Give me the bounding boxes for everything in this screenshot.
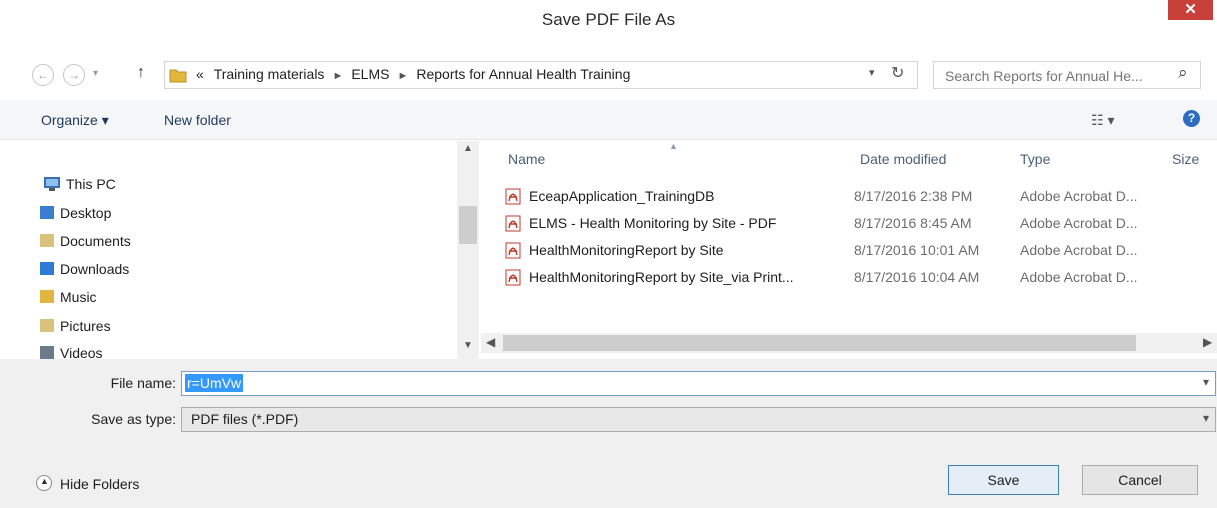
- cancel-button[interactable]: Cancel: [1082, 465, 1198, 495]
- file-row[interactable]: ELMS - Health Monitoring by Site - PDF 8…: [505, 212, 1217, 238]
- nav-pane-scrollbar[interactable]: [457, 141, 479, 359]
- breadcrumb-overflow[interactable]: «: [196, 66, 204, 82]
- hide-folders-button[interactable]: ▲ Hide Folders: [36, 475, 140, 492]
- file-name: EceapApplication_TrainingDB: [529, 188, 715, 204]
- breadcrumb: « Training materials ► ELMS ► Reports for An…: [196, 66, 630, 82]
- file-row[interactable]: HealthMonitoringReport by Site 8/17/2016…: [505, 239, 1217, 265]
- music-folder-icon: [40, 290, 54, 303]
- chevron-down-icon[interactable]: ▾: [1203, 411, 1209, 425]
- column-header-name[interactable]: Name: [508, 151, 545, 167]
- nav-item-desktop[interactable]: Desktop: [40, 205, 111, 221]
- save-as-type-label: Save as type:: [91, 411, 176, 427]
- file-name-label: File name:: [110, 375, 176, 391]
- nav-item-label: Downloads: [60, 261, 130, 277]
- column-header-type[interactable]: Type: [1020, 151, 1050, 167]
- file-row[interactable]: HealthMonitoringReport by Site_via Print…: [505, 266, 1217, 292]
- documents-folder-icon: [40, 234, 54, 247]
- scroll-down-arrow[interactable]: ▼: [463, 340, 473, 351]
- folder-icon: [169, 69, 187, 83]
- recent-locations-button[interactable]: ▾: [93, 68, 98, 79]
- pdf-file-icon: [505, 188, 521, 205]
- file-date: 8/17/2016 2:38 PM: [854, 188, 973, 204]
- file-name-field[interactable]: r=UmVw ▾: [181, 371, 1216, 396]
- nav-item-label: Desktop: [60, 205, 112, 221]
- back-button[interactable]: ←: [32, 64, 54, 86]
- file-name: HealthMonitoringReport by Site: [529, 242, 724, 258]
- up-button[interactable]: ↑: [137, 64, 145, 82]
- nav-item-downloads[interactable]: Downloads: [40, 261, 129, 277]
- forward-button[interactable]: →: [63, 64, 85, 86]
- file-type: Adobe Acrobat D...: [1020, 215, 1138, 231]
- save-button[interactable]: Save: [948, 465, 1059, 495]
- pdf-file-icon: [505, 215, 521, 232]
- column-header-date-modified[interactable]: Date modified: [860, 151, 946, 167]
- file-date: 8/17/2016 10:04 AM: [854, 269, 980, 285]
- chevron-up-circle-icon: ▲: [36, 475, 52, 491]
- nav-item-this-pc[interactable]: This PC: [40, 176, 116, 192]
- file-type: Adobe Acrobat D...: [1020, 269, 1138, 285]
- breadcrumb-item-reports[interactable]: Reports for Annual Health Training: [416, 66, 630, 82]
- search-icon[interactable]: ⌕: [1178, 63, 1188, 83]
- scroll-right-arrow[interactable]: ▶: [1203, 335, 1212, 349]
- pdf-file-icon: [505, 242, 521, 259]
- sort-indicator-icon: ▲: [669, 141, 678, 151]
- file-type: Adobe Acrobat D...: [1020, 188, 1138, 204]
- nav-item-label: Videos: [60, 345, 103, 359]
- organize-menu[interactable]: Organize ▾: [41, 112, 109, 129]
- file-date: 8/17/2016 10:01 AM: [854, 242, 980, 258]
- videos-folder-icon: [40, 346, 54, 359]
- column-header-size[interactable]: Size: [1172, 151, 1199, 167]
- desktop-folder-icon: [40, 206, 54, 219]
- chevron-right-icon[interactable]: ►: [397, 70, 408, 82]
- nav-item-label: Documents: [60, 233, 131, 249]
- downloads-folder-icon: [40, 262, 54, 275]
- file-type: Adobe Acrobat D...: [1020, 242, 1138, 258]
- help-icon[interactable]: ?: [1183, 110, 1200, 127]
- chevron-right-icon[interactable]: ►: [332, 70, 343, 82]
- address-history-dropdown[interactable]: ▾: [869, 66, 875, 79]
- new-folder-button[interactable]: New folder: [164, 112, 231, 128]
- file-list-scroll-thumb[interactable]: [503, 335, 1136, 351]
- pictures-folder-icon: [40, 319, 54, 332]
- scroll-up-arrow[interactable]: ▲: [463, 143, 473, 154]
- search-box[interactable]: [933, 61, 1201, 89]
- file-date: 8/17/2016 8:45 AM: [854, 215, 972, 231]
- save-as-type-select[interactable]: PDF files (*.PDF) ▾: [181, 407, 1216, 432]
- nav-item-videos[interactable]: Videos: [40, 345, 103, 359]
- breadcrumb-item-elms[interactable]: ELMS: [351, 66, 389, 82]
- window-title: Save PDF File As: [541, 10, 676, 29]
- nav-item-label: Pictures: [60, 318, 111, 334]
- nav-item-label: Music: [60, 289, 97, 305]
- pdf-file-icon: [505, 269, 521, 286]
- file-name: ELMS - Health Monitoring by Site - PDF: [529, 215, 777, 231]
- breadcrumb-item-training-materials[interactable]: Training materials: [214, 66, 325, 82]
- nav-item-label: This PC: [66, 176, 116, 192]
- save-as-type-value: PDF files (*.PDF): [191, 411, 299, 427]
- file-name: HealthMonitoringReport by Site_via Print…: [529, 269, 794, 285]
- hide-folders-label: Hide Folders: [60, 476, 140, 492]
- close-button[interactable]: ✕: [1168, 0, 1213, 20]
- refresh-icon[interactable]: ↻: [891, 63, 904, 83]
- nav-item-documents[interactable]: Documents: [40, 233, 131, 249]
- nav-item-pictures[interactable]: Pictures: [40, 318, 111, 334]
- file-row[interactable]: EceapApplication_TrainingDB 8/17/2016 2:…: [505, 185, 1217, 211]
- file-name-input[interactable]: r=UmVw: [185, 374, 244, 392]
- nav-item-music[interactable]: Music: [40, 289, 97, 305]
- computer-icon: [44, 177, 60, 191]
- scroll-left-arrow[interactable]: ◀: [486, 335, 495, 349]
- chevron-down-icon[interactable]: ▾: [1203, 375, 1209, 389]
- view-options-button[interactable]: ☷ ▾: [1091, 112, 1114, 129]
- nav-pane-scroll-thumb[interactable]: [459, 206, 477, 244]
- search-input[interactable]: [943, 63, 1179, 89]
